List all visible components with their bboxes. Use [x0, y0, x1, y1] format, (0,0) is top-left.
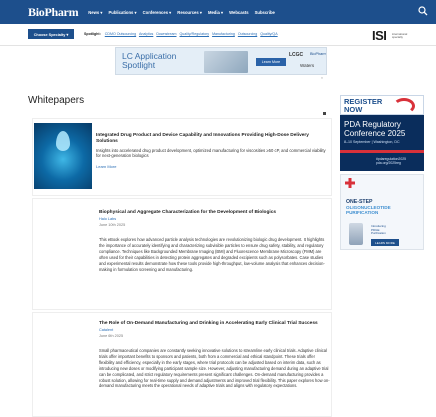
- spotlight-link[interactable]: Quality/Regulatory: [180, 32, 210, 36]
- search-icon[interactable]: [418, 6, 428, 16]
- sidebar-ad-pda[interactable]: REGISTER NOW PDA Regulatory Conference 2…: [340, 95, 424, 171]
- sidebar-ad-purification[interactable]: ONE-STEP OLIGONUCLEOTIDE PURIFICATION In…: [340, 174, 424, 250]
- banner-ad[interactable]: LC Application Spotlight Learn More LCGC…: [115, 47, 327, 75]
- whitepaper-summary: This eBook explores how advanced particl…: [99, 237, 325, 272]
- choose-specialty-button[interactable]: Choose Specialty ▾: [28, 29, 74, 39]
- ad-close-icon[interactable]: ×: [321, 76, 323, 80]
- droplet-icon: [56, 131, 70, 151]
- biopharm-logo: BioPharm: [310, 52, 327, 56]
- page-title: Whitepapers: [28, 95, 85, 106]
- register-now-text: REGISTER NOW: [344, 97, 383, 114]
- whitepaper-date: June 6th 2025: [99, 334, 124, 338]
- whitepaper-date: June 10th 2025: [99, 223, 126, 227]
- register-now-panel: REGISTER NOW: [340, 95, 424, 115]
- whitepaper-title[interactable]: Biophysical and Aggregate Characterizati…: [99, 210, 331, 215]
- whitepaper-thumbnail[interactable]: [34, 123, 92, 189]
- spotlight-link[interactable]: Downstream: [156, 32, 176, 36]
- nav-news[interactable]: News ▾: [88, 10, 102, 15]
- spotlight-link[interactable]: Outsourcing: [238, 32, 257, 36]
- banner-instrument-image: [204, 51, 248, 73]
- waters-logo: Waters: [300, 63, 315, 68]
- top-header-bar: BioPharm News ▾ Publications ▾ Conferenc…: [0, 0, 436, 24]
- swirl-logo-icon: [393, 98, 415, 114]
- product-vial-image: [349, 223, 363, 245]
- partner-logo-subtext: international specialty: [392, 32, 408, 39]
- banner-learn-more-button[interactable]: Learn More: [256, 58, 286, 66]
- spotlight-link[interactable]: Analytics: [139, 32, 153, 36]
- conference-date: 8–10 September | Washington, DC: [344, 140, 400, 144]
- spotlight-label: Spotlight:: [84, 32, 101, 36]
- site-logo[interactable]: BioPharm: [28, 5, 79, 20]
- learn-more-link[interactable]: Learn More: [96, 164, 116, 169]
- whitepaper-summary: Small pharmaceutical companies are const…: [99, 348, 330, 389]
- whitepaper-author[interactable]: Catalent: [99, 328, 113, 332]
- spotlight-link[interactable]: Quality/QA: [260, 32, 277, 36]
- nav-publications[interactable]: Publications ▾: [108, 10, 136, 15]
- spotlight-bar: Choose Specialty ▾ Spotlight: CDMO Outso…: [0, 24, 436, 46]
- conference-footer: #pdaregulation2025 pda.org/2025reg: [376, 157, 406, 166]
- nav-webcasts[interactable]: Webcasts: [229, 10, 248, 15]
- nav-subscribe[interactable]: Subscribe: [255, 10, 275, 15]
- spotlight-links: Spotlight: CDMO Outsourcing Analytics Do…: [84, 32, 280, 36]
- conference-title: PDA Regulatory Conference 2025: [344, 120, 406, 138]
- nav-conferences[interactable]: Conferences ▾: [143, 10, 172, 15]
- whitepaper-author[interactable]: Halo Labs: [99, 217, 116, 221]
- cross-logo-icon: [345, 178, 355, 188]
- ad-learn-more-button[interactable]: LEARN MORE: [371, 239, 399, 246]
- whitepaper-title[interactable]: The Role of On-Demand Manufacturing and …: [99, 321, 331, 326]
- ad-subtitle: OLIGONUCLEOTIDE PURIFICATION: [346, 205, 391, 216]
- whitepaper-title[interactable]: Integrated Drug Product and Device Capab…: [96, 133, 330, 144]
- ad-body-text: Introducing PDGE Purification: [371, 224, 386, 236]
- spotlight-link[interactable]: CDMO Outsourcing: [105, 32, 136, 36]
- lcgc-logo: LCGC: [289, 52, 304, 58]
- nav-media[interactable]: Media ▾: [208, 10, 223, 15]
- main-nav: News ▾ Publications ▾ Conferences ▾ Reso…: [88, 10, 275, 15]
- accent-divider: [340, 150, 424, 153]
- spotlight-link[interactable]: Manufacturing: [212, 32, 235, 36]
- partner-logo[interactable]: ISI: [372, 28, 387, 43]
- nav-resources[interactable]: Resources ▾: [177, 10, 202, 15]
- banner-headline-2: Spotlight: [122, 60, 156, 70]
- whitepaper-description: Insights into accelerated drug product d…: [96, 148, 326, 159]
- collapse-icon[interactable]: [323, 112, 326, 115]
